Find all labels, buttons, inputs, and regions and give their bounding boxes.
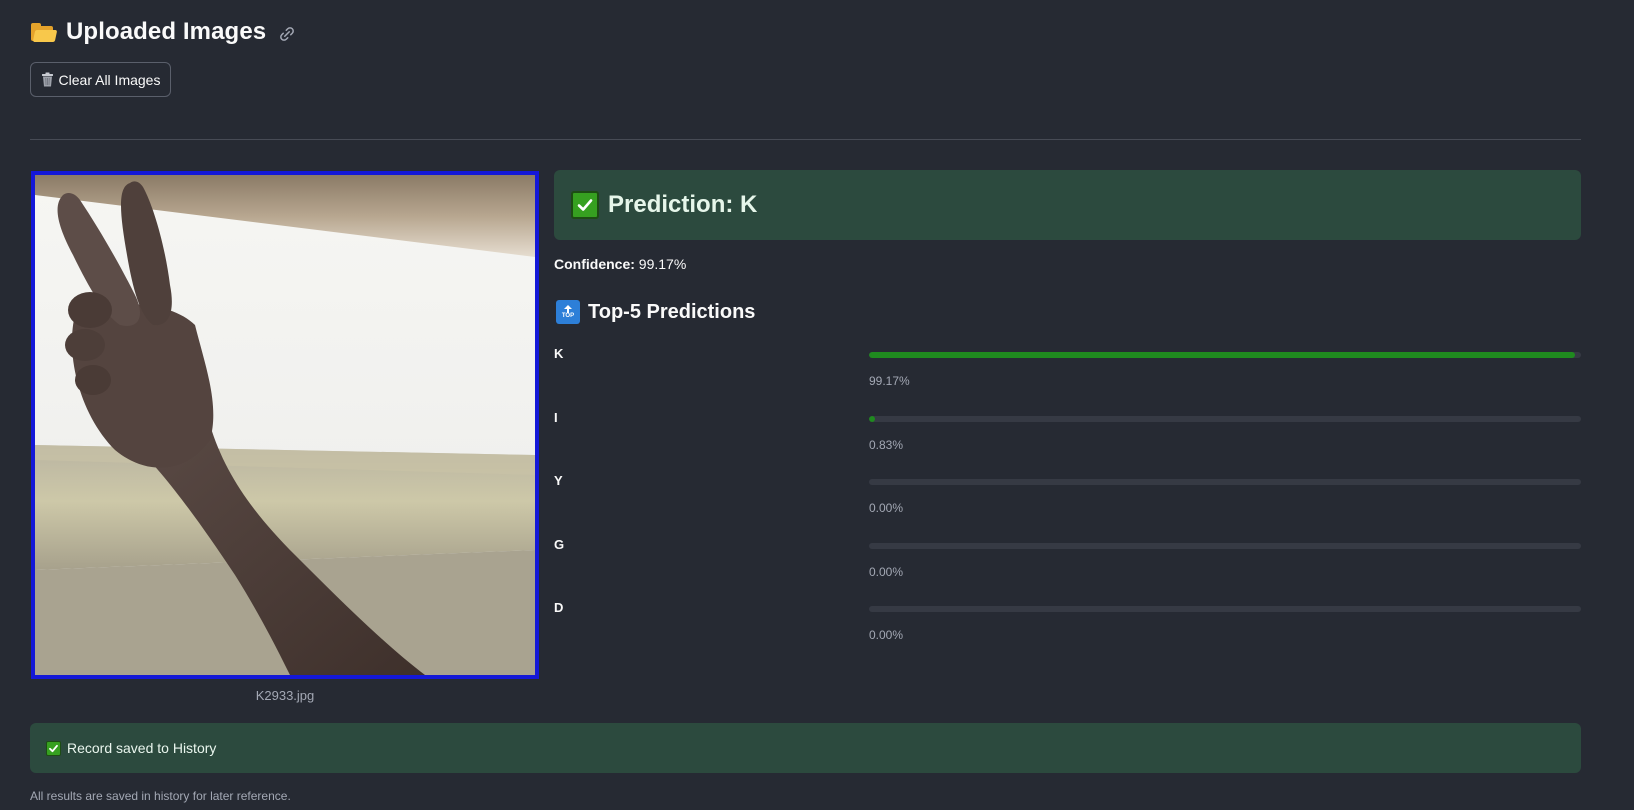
- uploaded-image: [31, 171, 539, 679]
- prediction-row: D 0.00%: [554, 600, 1581, 650]
- prediction-title: Prediction: K: [608, 191, 758, 218]
- prediction-row: G 0.00%: [554, 537, 1581, 587]
- confidence-label: Confidence:: [554, 256, 635, 272]
- prediction-percent: 0.00%: [869, 564, 904, 579]
- image-caption: K2933.jpg: [255, 688, 315, 703]
- progress-fill: [869, 415, 875, 422]
- progress-bar: [869, 479, 1581, 485]
- prediction-label: I: [554, 409, 558, 425]
- prediction-percent: 0.83%: [869, 437, 904, 452]
- progress-fill: [869, 352, 1576, 358]
- page-header: Uploaded Images: [30, 14, 296, 50]
- link-icon[interactable]: [278, 25, 296, 43]
- prediction-box: Prediction: K: [554, 170, 1581, 240]
- prediction-label: G: [554, 536, 565, 552]
- clear-all-images-button[interactable]: Clear All Images: [30, 62, 171, 97]
- prediction-row: Y 0.00%: [554, 473, 1581, 523]
- top5-header: TOP Top-5 Predictions: [556, 300, 755, 324]
- prediction-label: K: [554, 346, 564, 361]
- prediction-percent: 0.00%: [869, 628, 904, 642]
- top5-title: Top-5 Predictions: [588, 300, 756, 323]
- hand-sign-photo: [35, 175, 535, 675]
- clear-all-images-label: Clear All Images: [58, 71, 161, 88]
- folder-icon: [30, 22, 58, 42]
- confidence-text: Confidence: 99.17%: [554, 256, 686, 272]
- confidence-value: 99.17%: [638, 256, 687, 272]
- check-mark-icon: [46, 740, 61, 756]
- prediction-percent: 99.17%: [869, 374, 910, 388]
- saved-text: Record saved to History: [67, 740, 217, 756]
- prediction-percent: 0.00%: [869, 501, 904, 515]
- progress-bar: [869, 352, 1581, 358]
- prediction-label: D: [554, 600, 564, 615]
- prediction-row: I 0.83%: [554, 410, 1581, 460]
- saved-banner: Record saved to History: [30, 723, 1581, 773]
- footnote: All results are saved in history for lat…: [30, 789, 291, 803]
- page: Uploaded Images Clear All Images K2933.j…: [0, 0, 1634, 810]
- top-arrow-icon: TOP: [556, 300, 580, 324]
- progress-bar: [869, 606, 1581, 612]
- page-title: Uploaded Images: [66, 18, 267, 45]
- check-mark-icon: [571, 191, 599, 219]
- progress-bar: [869, 542, 1581, 549]
- prediction-label: Y: [554, 473, 563, 488]
- divider: [30, 139, 1581, 140]
- trash-icon: [41, 72, 53, 87]
- progress-bar: [869, 415, 1581, 422]
- prediction-row: K 99.17%: [554, 346, 1581, 396]
